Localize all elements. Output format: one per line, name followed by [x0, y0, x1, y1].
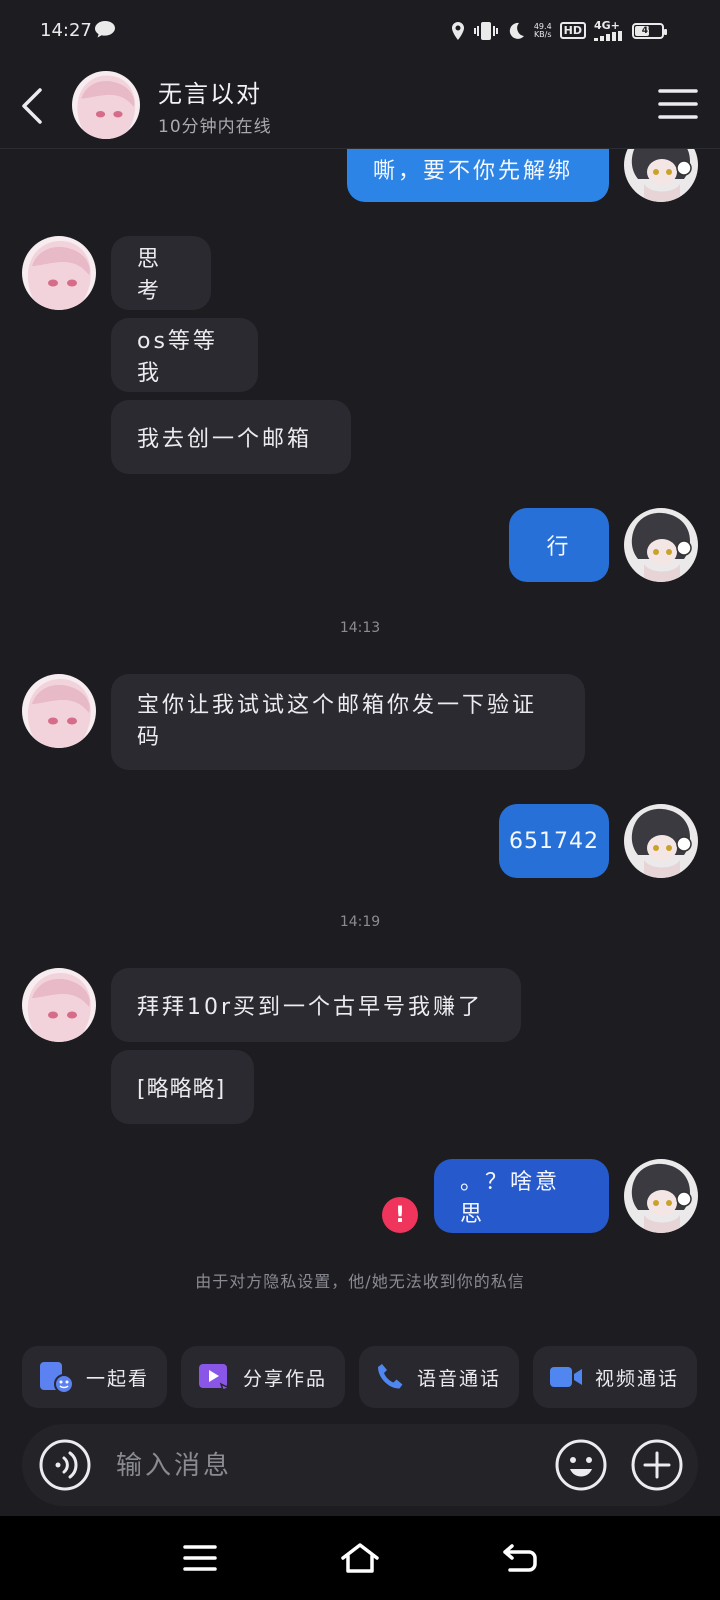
message-input-bar [22, 1424, 698, 1506]
hamburger-menu-icon [658, 89, 698, 119]
message-bubble-outgoing[interactable]: 651742 [499, 804, 609, 878]
voice-wave-icon [39, 1439, 91, 1491]
network-speed: 49.4 KB/s [533, 21, 552, 39]
voice-call-button[interactable]: 语音通话 [359, 1346, 520, 1408]
my-avatar[interactable] [624, 1159, 698, 1233]
network-type: 4G+ [594, 19, 620, 32]
message-bubble-incoming[interactable]: 我去创一个邮箱 [111, 400, 351, 474]
my-avatar[interactable] [624, 804, 698, 878]
voice-call-label: 语音通话 [417, 1367, 502, 1390]
time-divider: 14:19 [339, 914, 381, 930]
more-options-button[interactable] [630, 1438, 684, 1492]
vibrate-icon [473, 21, 498, 41]
home-icon [341, 1543, 379, 1573]
my-avatar[interactable] [624, 508, 698, 582]
status-bar: 14:27 49.4 KB/s HD 4G+ 49 [0, 0, 720, 64]
privacy-system-note: 由于对方隐私设置，他/她无法收到你的私信 [195, 1272, 525, 1291]
message-input[interactable] [114, 1440, 538, 1492]
message-bubble-incoming[interactable]: 拜拜10r买到一个古早号我赚了 [111, 968, 521, 1042]
status-time: 14:27 [40, 20, 92, 41]
online-status: 10分钟内在线 [158, 117, 272, 137]
share-video-label: 分享作品 [243, 1367, 328, 1390]
voice-input-button[interactable] [38, 1438, 92, 1492]
message-bubble-incoming[interactable]: 宝你让我试试这个邮箱你发一下验证码 [111, 674, 585, 770]
contact-avatar[interactable] [22, 236, 96, 310]
chat-header-overlay: 无言以对 10分钟内在线 [0, 64, 720, 149]
hd-badge: HD [559, 22, 586, 39]
back-nav-button[interactable] [498, 1536, 542, 1580]
send-failed-icon[interactable]: ! [382, 1197, 418, 1233]
message-bubble-incoming[interactable]: [略略略] [111, 1050, 254, 1124]
contact-avatar[interactable] [72, 71, 140, 139]
do-not-disturb-moon-icon [506, 21, 526, 41]
chevron-left-icon [22, 88, 42, 124]
share-video-button[interactable]: 分享作品 [181, 1346, 346, 1408]
smiley-icon [555, 1439, 607, 1491]
contact-avatar[interactable] [22, 968, 96, 1042]
battery-level: 49 [641, 25, 655, 36]
battery-icon: 49 [632, 22, 667, 39]
time-divider: 14:13 [339, 620, 381, 636]
message-bubble-outgoing[interactable]: 行 [509, 508, 609, 582]
home-button[interactable] [338, 1536, 382, 1580]
message-bubble-incoming[interactable]: os等等我 [111, 318, 258, 392]
message-bubble-incoming[interactable]: 思考 [111, 236, 211, 310]
return-arrow-icon [503, 1544, 537, 1572]
location-icon [450, 21, 466, 41]
signal-indicator: 4G+ [594, 20, 624, 41]
chat-notification-icon [95, 21, 115, 38]
contact-name: 无言以对 [158, 80, 262, 108]
video-call-button[interactable]: 视频通话 [533, 1346, 698, 1408]
signal-bars-icon [594, 31, 622, 41]
menu-button[interactable] [658, 84, 698, 124]
menu-lines-icon [183, 1545, 217, 1571]
quick-actions-bar: 一起看 分享作品 语音通话 视频通话 [22, 1346, 698, 1408]
watch-together-button[interactable]: 一起看 [22, 1346, 168, 1408]
share-video-icon [199, 1364, 231, 1391]
watch-together-label: 一起看 [86, 1367, 150, 1390]
message-bubble-outgoing[interactable]: 。？啥意思 [434, 1159, 609, 1233]
back-button[interactable] [12, 86, 52, 126]
video-call-label: 视频通话 [595, 1367, 680, 1390]
contact-avatar[interactable] [22, 674, 96, 748]
video-camera-icon [550, 1367, 583, 1387]
phone-icon [378, 1364, 403, 1389]
watch-together-icon [40, 1362, 74, 1394]
system-navigation-bar [0, 1516, 720, 1600]
emoji-button[interactable] [554, 1438, 608, 1492]
plus-icon [631, 1439, 683, 1491]
recents-button[interactable] [178, 1536, 222, 1580]
